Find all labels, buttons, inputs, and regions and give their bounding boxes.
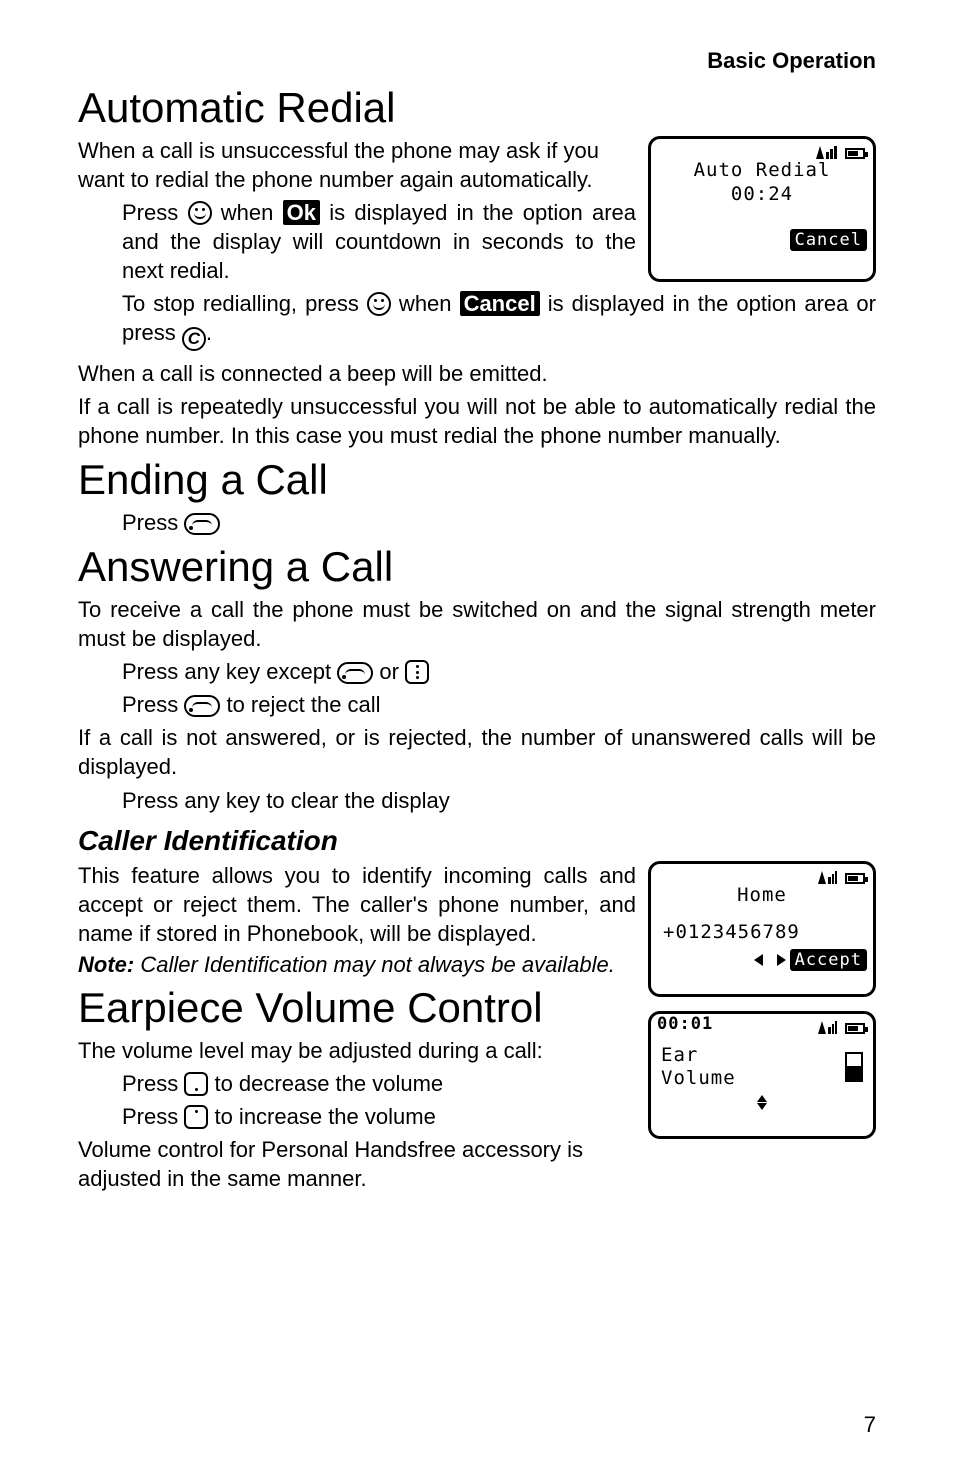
battery-icon xyxy=(845,873,865,884)
instruction: Press any key to clear the display xyxy=(122,786,876,815)
page-number: 7 xyxy=(864,1412,876,1438)
heading-caller-id: Caller Identification xyxy=(78,825,876,857)
end-key-icon xyxy=(184,513,220,535)
nav-down-key-icon xyxy=(184,1072,208,1096)
nav-key-icon xyxy=(405,660,429,684)
paragraph: If a call is not answered, or is rejecte… xyxy=(78,723,876,781)
battery-icon xyxy=(845,1023,865,1034)
nav-up-key-icon xyxy=(184,1105,208,1129)
end-key-icon xyxy=(337,662,373,684)
ok-key-icon xyxy=(367,292,391,316)
screen-text-line: Ear xyxy=(661,1044,736,1068)
signal-icon xyxy=(816,146,841,159)
clear-key-icon: C xyxy=(182,327,206,351)
screen-text-line: Volume xyxy=(661,1067,736,1091)
screen-text-line: Auto Redial xyxy=(657,159,867,183)
cancel-label: Cancel xyxy=(460,291,540,316)
battery-icon xyxy=(845,148,865,159)
arrow-up-down-icon xyxy=(757,1095,767,1110)
ok-label: Ok xyxy=(283,200,320,225)
paragraph: Volume control for Personal Handsfree ac… xyxy=(78,1135,598,1193)
screen-softkey-cancel: Cancel xyxy=(790,229,867,251)
instruction: To stop redialling, press when Cancel is… xyxy=(122,289,876,351)
instruction: Press to reject the call xyxy=(122,690,876,719)
screen-text-line: Home xyxy=(657,884,867,908)
signal-icon xyxy=(818,871,841,884)
end-key-icon xyxy=(184,695,220,717)
arrow-left-icon xyxy=(754,954,763,966)
instruction: Press xyxy=(122,508,876,537)
screen-softkey-accept: Accept xyxy=(790,949,867,971)
arrow-right-icon xyxy=(777,954,786,966)
heading-answering-call: Answering a Call xyxy=(78,543,876,591)
signal-icon xyxy=(818,1021,841,1034)
paragraph: When a call is connected a beep will be … xyxy=(78,359,876,388)
heading-ending-call: Ending a Call xyxy=(78,456,876,504)
paragraph: To receive a call the phone must be swit… xyxy=(78,595,876,653)
volume-bar-icon xyxy=(845,1052,863,1082)
heading-auto-redial: Automatic Redial xyxy=(78,84,876,132)
screen-text-line: 00:24 xyxy=(657,183,867,207)
ok-key-icon xyxy=(188,201,212,225)
paragraph: If a call is repeatedly unsuccessful you… xyxy=(78,392,876,450)
instruction: Press any key except or xyxy=(122,657,876,686)
figure-caller-id-screen: Home +0123456789 Accept 00:01 Ear Volume xyxy=(648,861,876,1139)
screen-text-line: +0123456789 xyxy=(657,921,867,945)
section-header: Basic Operation xyxy=(78,48,876,74)
figure-auto-redial-screen: Auto Redial 00:24 Cancel xyxy=(648,136,876,282)
screen-clock: 00:01 xyxy=(657,1014,713,1034)
